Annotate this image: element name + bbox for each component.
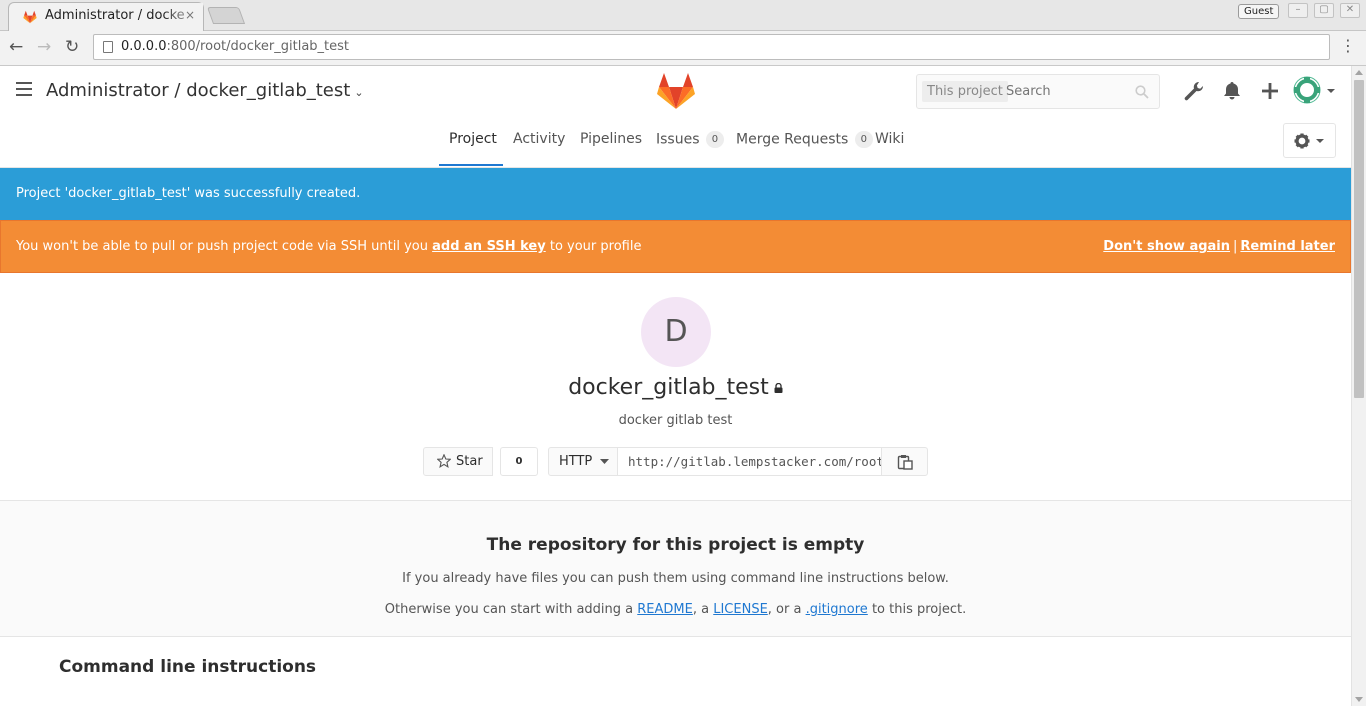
dont-show-again-link[interactable]: Don't show again <box>1103 239 1230 254</box>
clone-protocol-label: HTTP <box>559 454 593 469</box>
user-avatar[interactable] <box>1293 75 1341 107</box>
empty-repo-title: The repository for this project is empty <box>486 535 865 555</box>
page-scrollbar[interactable] <box>1351 66 1366 706</box>
caret-down-icon <box>600 458 610 464</box>
clipboard-icon <box>897 455 913 470</box>
address-bar[interactable]: 0.0.0.0:800/root/docker_gitlab_test <box>93 34 1330 60</box>
project-breadcrumb[interactable]: Administrator / docker_gitlab_test ⌄ <box>46 80 364 101</box>
warning-text-end: to your profile <box>545 239 642 254</box>
empty-repo-panel: The repository for this project is empty… <box>0 500 1351 637</box>
tab-pipelines[interactable]: Pipelines <box>580 131 642 147</box>
project-subnav: Project Activity Pipelines Issues 0 Merg… <box>0 117 1351 168</box>
scroll-up-arrow-icon[interactable] <box>1355 70 1363 75</box>
project-title: docker_gitlab_test <box>0 375 1351 400</box>
star-count[interactable]: 0 <box>500 447 538 476</box>
active-tab-underline <box>439 164 503 166</box>
profile-badge[interactable]: Guest <box>1238 4 1280 19</box>
star-button[interactable]: Star <box>423 447 493 476</box>
gitlab-logo-icon[interactable] <box>656 72 696 110</box>
new-plus-icon[interactable] <box>1259 80 1281 102</box>
star-icon <box>437 454 451 468</box>
tab-activity[interactable]: Activity <box>513 131 565 147</box>
browser-menu-icon[interactable]: ⋮ <box>1340 37 1356 55</box>
gitlab-favicon-icon <box>23 10 37 24</box>
address-url: 0.0.0.0:800/root/docker_gitlab_test <box>121 39 350 54</box>
tab-wiki[interactable]: Wiki <box>875 131 904 147</box>
tab-fade <box>163 3 203 31</box>
search-scope-badge[interactable]: This project <box>922 81 1008 102</box>
lock-icon <box>774 383 783 393</box>
browser-tabstrip: Administrator / docker_gitlab_test × Gue… <box>0 0 1366 32</box>
clone-protocol-dropdown[interactable]: HTTP <box>548 447 618 476</box>
close-window-icon[interactable]: ✕ <box>1340 3 1360 18</box>
star-label: Star <box>456 454 483 469</box>
actions-separator: | <box>1233 239 1238 254</box>
search-input[interactable] <box>1006 81 1126 102</box>
scroll-down-arrow-icon[interactable] <box>1355 697 1363 702</box>
add-gitignore-link[interactable]: .gitignore <box>806 602 868 617</box>
flash-notice-text: Project 'docker_gitlab_test' was success… <box>16 186 361 201</box>
admin-wrench-icon[interactable] <box>1182 80 1204 102</box>
sidebar-toggle-hamburger-icon[interactable] <box>16 82 32 96</box>
clone-url-input[interactable]: http://gitlab.lempstacker.com/root/docke… <box>617 447 882 476</box>
gitlab-header: Administrator / docker_gitlab_test ⌄ This… <box>0 66 1351 117</box>
warning-text: You won't be able to pull or push projec… <box>16 239 433 254</box>
copy-url-button[interactable] <box>881 447 928 476</box>
user-avatar-dropdown[interactable] <box>1293 75 1341 107</box>
add-readme-link[interactable]: README <box>637 602 693 617</box>
forward-arrow-icon[interactable]: → <box>37 37 51 57</box>
tab-issues[interactable]: Issues 0 <box>656 131 724 148</box>
merge-requests-count-badge: 0 <box>854 131 873 148</box>
project-settings-button[interactable] <box>1283 123 1336 158</box>
back-arrow-icon[interactable]: ← <box>9 37 23 57</box>
new-tab-button[interactable] <box>206 7 246 24</box>
empty-repo-suggestion: Otherwise you can start with adding a RE… <box>384 602 967 617</box>
project-description: docker gitlab test <box>618 413 733 428</box>
search-box[interactable]: This project <box>916 74 1160 109</box>
scrollbar-thumb[interactable] <box>1354 80 1364 398</box>
tab-close-icon[interactable]: × <box>185 8 195 22</box>
empty-repo-text: If you already have files you can push t… <box>402 571 949 586</box>
flash-notice: Project 'docker_gitlab_test' was success… <box>0 168 1351 220</box>
issues-count-badge: 0 <box>705 131 724 148</box>
minimize-window-icon[interactable]: – <box>1288 3 1308 18</box>
chevron-down-icon[interactable]: ⌄ <box>354 86 363 99</box>
tab-merge-requests[interactable]: Merge Requests 0 <box>736 131 873 148</box>
maximize-window-icon[interactable]: ▢ <box>1314 3 1334 18</box>
browser-toolbar: ← → ↻ 0.0.0.0:800/root/docker_gitlab_tes… <box>0 31 1366 66</box>
page-icon <box>103 41 113 53</box>
remind-later-link[interactable]: Remind later <box>1240 239 1335 254</box>
add-ssh-key-link[interactable]: add an SSH key <box>432 239 546 254</box>
ssh-key-warning: You won't be able to pull or push projec… <box>0 220 1351 273</box>
command-line-instructions-heading: Command line instructions <box>59 657 317 677</box>
reload-icon[interactable]: ↻ <box>65 37 79 57</box>
add-license-link[interactable]: LICENSE <box>713 602 768 617</box>
tab-project[interactable]: Project <box>449 131 497 147</box>
gear-icon <box>1294 133 1324 149</box>
project-avatar: D <box>641 297 711 367</box>
search-icon <box>1135 85 1149 99</box>
warning-actions: Don't show again | Remind later <box>1103 221 1335 272</box>
notifications-bell-icon[interactable] <box>1221 80 1243 102</box>
browser-tab[interactable]: Administrator / docker_gitlab_test × <box>8 2 204 32</box>
